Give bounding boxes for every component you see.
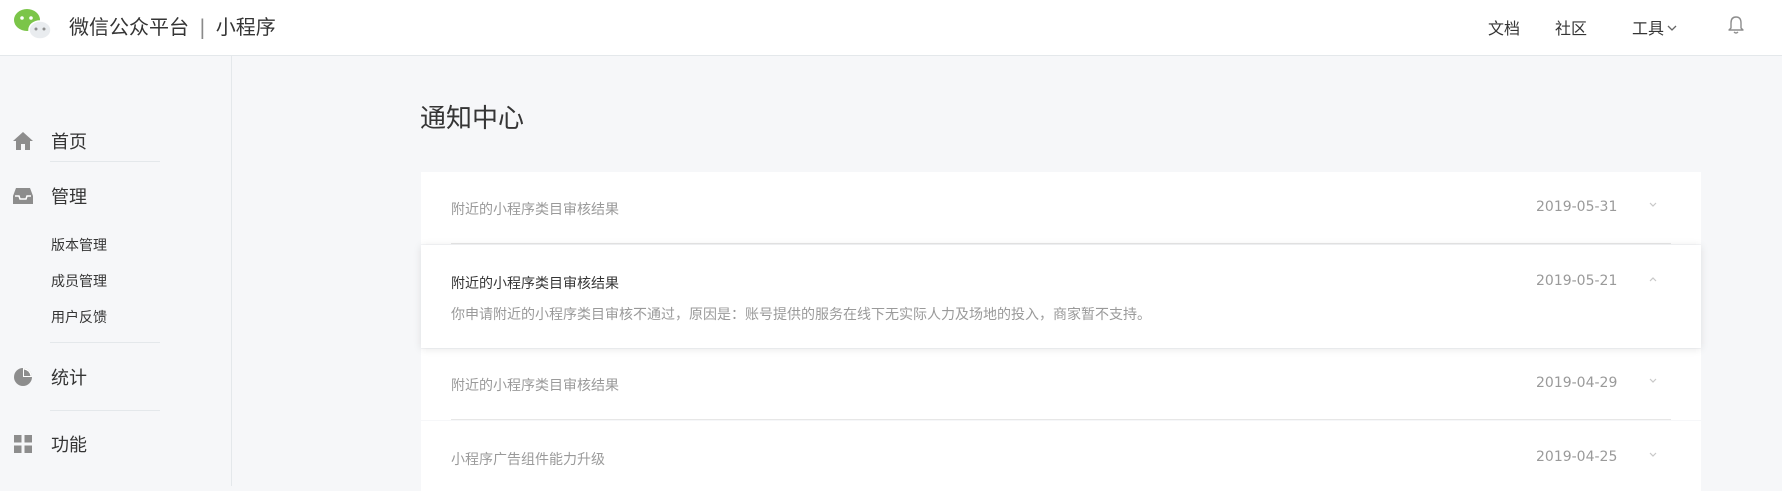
sidebar-item-label: 首页 (51, 132, 87, 153)
sidebar-item-features[interactable]: 功能 (12, 432, 87, 456)
nav-tools-label: 工具 (1632, 19, 1665, 38)
sidebar-subitem-feedback[interactable]: 用户反馈 (51, 307, 107, 327)
brand-separator: | (199, 15, 206, 39)
notice-title: 小程序广告组件能力升级 (451, 452, 605, 468)
notice-body: 你申请附近的小程序类目审核不通过，原因是：账号提供的服务在线下无实际人力及场地的… (451, 307, 1151, 323)
wechat-logo-icon[interactable] (12, 8, 52, 40)
home-icon (12, 130, 34, 152)
nav-docs-link[interactable]: 文档 (1488, 15, 1520, 39)
brand-name: 微信公众平台 (69, 15, 189, 39)
notice-item[interactable]: 小程序广告组件能力升级 2019-04-25 (421, 421, 1701, 491)
inbox-icon (12, 185, 34, 207)
sidebar-subitem-versions[interactable]: 版本管理 (51, 235, 107, 255)
chevron-up-icon[interactable] (1648, 275, 1658, 283)
sidebar: 首页 管理 版本管理 成员管理 用户反馈 统计 功能 (0, 56, 232, 486)
notice-divider (451, 243, 1671, 244)
chevron-down-icon[interactable] (1648, 201, 1658, 209)
brand-title[interactable]: 微信公众平台 | 小程序 (69, 11, 276, 40)
product-name: 小程序 (215, 15, 276, 39)
sidebar-divider (50, 342, 160, 343)
sidebar-item-stats[interactable]: 统计 (12, 365, 87, 389)
sidebar-item-home[interactable]: 首页 (12, 129, 87, 153)
notice-date: 2019-04-25 (1536, 449, 1618, 465)
notice-title: 附近的小程序类目审核结果 (451, 378, 619, 394)
notice-title: 附近的小程序类目审核结果 (451, 276, 619, 292)
notice-item-expanded[interactable]: 附近的小程序类目审核结果 2019-05-21 你申请附近的小程序类目审核不通过… (421, 245, 1701, 348)
sidebar-divider (50, 161, 160, 162)
grid-icon (12, 433, 34, 455)
sidebar-divider (50, 410, 160, 411)
sidebar-item-label: 功能 (51, 435, 87, 456)
notice-title: 附近的小程序类目审核结果 (451, 202, 619, 218)
notice-date: 2019-05-31 (1536, 199, 1618, 215)
notice-date: 2019-05-21 (1536, 273, 1618, 289)
sidebar-item-label: 统计 (51, 368, 87, 389)
chevron-down-icon[interactable] (1648, 377, 1658, 385)
notice-date: 2019-04-29 (1536, 375, 1618, 391)
sidebar-subitem-members[interactable]: 成员管理 (51, 271, 107, 291)
bell-icon[interactable] (1727, 15, 1745, 35)
notice-item[interactable]: 附近的小程序类目审核结果 2019-05-31 (421, 172, 1701, 244)
nav-tools-menu[interactable]: 工具 (1632, 15, 1677, 39)
chevron-down-icon (1667, 25, 1677, 31)
page-title: 通知中心 (420, 104, 525, 134)
pie-chart-icon (12, 366, 34, 388)
sidebar-item-label: 管理 (51, 187, 87, 208)
chevron-down-icon[interactable] (1648, 451, 1658, 459)
notice-item[interactable]: 附近的小程序类目审核结果 2019-04-29 (421, 349, 1701, 420)
nav-community-link[interactable]: 社区 (1555, 15, 1587, 39)
top-bar: 微信公众平台 | 小程序 文档 社区 工具 (0, 0, 1782, 56)
notice-divider (451, 419, 1671, 420)
sidebar-item-manage[interactable]: 管理 (12, 184, 87, 208)
